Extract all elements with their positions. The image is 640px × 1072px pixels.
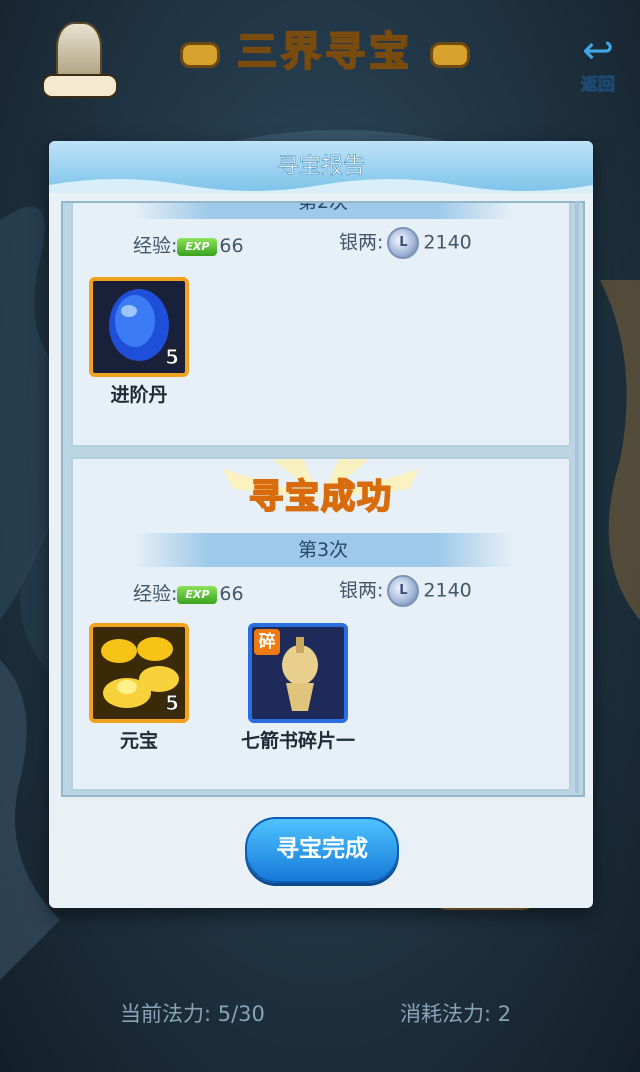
item-name: 元宝: [119, 730, 158, 752]
silver-stat: 银两: L 2140: [339, 575, 472, 607]
silver-value: 2140: [423, 231, 472, 254]
exp-value: 66: [219, 235, 244, 257]
silver-stat: 银两: L 2140: [339, 227, 472, 259]
success-text: 寻宝成功: [248, 476, 393, 518]
exp-label: 经验:: [133, 583, 178, 605]
silver-label: 银两:: [339, 579, 384, 602]
mana-status-row: 当前法力: 5/30 消耗法力: 2: [0, 988, 640, 1036]
cost-mana-text: 消耗法力: 2: [400, 1002, 512, 1026]
item-frame: 5: [89, 277, 189, 377]
back-label: 返回: [581, 75, 616, 96]
exp-badge-icon: EXP: [177, 585, 218, 604]
game-title-text: 三界寻宝: [236, 28, 413, 76]
cloud-ornament-icon: [180, 42, 220, 68]
character-badge-label: [42, 74, 118, 98]
reward-item[interactable]: 5 元宝: [85, 623, 193, 753]
item-quantity: 5: [165, 345, 180, 370]
exp-stat: 经验: EXP 66: [133, 231, 244, 258]
round-card: 寻宝成功 第3次 经验: EXP 66 银两: L 2140 5 元宝 碎 七箭…: [71, 457, 571, 791]
round-label: 第3次: [133, 533, 513, 567]
exp-value: 66: [219, 583, 244, 605]
current-mana-text: 当前法力: 5/30: [120, 1002, 265, 1026]
silver-label: 银两:: [339, 231, 384, 254]
top-bar: 三界寻宝 ↩ 返回: [0, 0, 640, 110]
round-card: 第2次 经验: EXP 66 银两: L 2140 5 进阶丹: [71, 203, 571, 447]
reward-item[interactable]: 5 进阶丹: [85, 277, 193, 407]
dialog-header: 寻宝报告: [49, 141, 593, 193]
return-arrow-icon: ↩: [582, 28, 614, 72]
reward-item[interactable]: 碎 七箭书碎片一: [233, 623, 363, 753]
silver-coin-icon: L: [387, 227, 420, 259]
item-quantity: 5: [165, 691, 180, 716]
item-name: 进阶丹: [110, 384, 168, 406]
silver-coin-icon: L: [387, 575, 420, 607]
back-button[interactable]: ↩ 返回: [566, 30, 630, 102]
game-title: 三界寻宝: [180, 24, 470, 80]
item-name: 七箭书碎片一: [240, 730, 355, 752]
exp-label: 经验:: [133, 235, 178, 257]
scrollbar[interactable]: [575, 201, 579, 793]
dialog-title: 寻宝报告: [276, 154, 366, 180]
fragment-tag-icon: 碎: [254, 629, 280, 655]
item-frame: 5: [89, 623, 189, 723]
round-label: 第2次: [133, 203, 513, 219]
cloud-ornament-icon: [430, 42, 470, 68]
finish-treasure-button[interactable]: 寻宝完成: [245, 817, 399, 883]
success-banner: 寻宝成功: [73, 459, 569, 535]
report-scroll-area[interactable]: 第2次 经验: EXP 66 银两: L 2140 5 进阶丹 寻宝成功 第3次…: [61, 201, 585, 797]
item-frame: 碎: [248, 623, 348, 723]
treasure-report-dialog: 寻宝报告 第2次 经验: EXP 66 银两: L 2140 5 进阶丹 寻宝成…: [49, 141, 593, 908]
character-badge-button[interactable]: [40, 22, 118, 98]
exp-badge-icon: EXP: [177, 237, 218, 256]
silver-value: 2140: [423, 579, 472, 602]
exp-stat: 经验: EXP 66: [133, 579, 244, 606]
